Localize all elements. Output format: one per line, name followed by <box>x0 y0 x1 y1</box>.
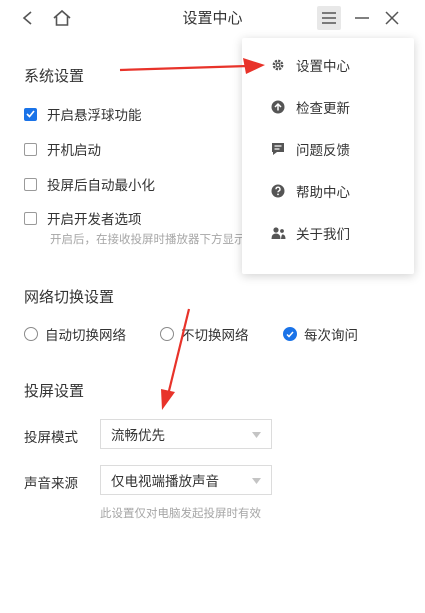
menu-item-check-update[interactable]: 检查更新 <box>242 89 414 125</box>
check-icon <box>286 331 294 338</box>
option-label: 投屏后自动最小化 <box>47 178 155 194</box>
checkbox[interactable] <box>24 177 37 191</box>
upload-icon <box>270 99 286 115</box>
checkbox[interactable] <box>24 211 37 225</box>
radio-ask-every-time[interactable]: 每次询问 <box>283 324 358 344</box>
close-icon <box>385 11 399 25</box>
radio-label: 不切换网络 <box>181 328 249 344</box>
radio-label: 自动切换网络 <box>45 328 126 344</box>
menu-item-label: 检查更新 <box>296 101 350 117</box>
menu-item-label: 问题反馈 <box>296 143 350 159</box>
select-value: 仅电视端播放声音 <box>111 474 219 490</box>
radio-label: 每次询问 <box>304 328 358 344</box>
developer-hint: 开启后，在接收投屏时播放器下方显示 <box>50 232 242 246</box>
radio-button-selected[interactable] <box>283 327 297 341</box>
cast-mode-label: 投屏模式 <box>24 430 78 446</box>
menu-item-feedback[interactable]: 问题反馈 <box>242 131 414 167</box>
radio-no-switch[interactable]: 不切换网络 <box>160 324 249 344</box>
radio-auto-switch[interactable]: 自动切换网络 <box>24 324 126 344</box>
menu-item-help[interactable]: 帮助中心 <box>242 173 414 209</box>
cast-mode-select[interactable]: 流畅优先 <box>100 419 272 449</box>
help-icon <box>270 183 286 199</box>
option-developer[interactable]: 开启开发者选项 <box>24 208 142 228</box>
checkbox[interactable] <box>24 142 37 156</box>
option-auto-start[interactable]: 开机启动 <box>24 139 101 159</box>
minimize-icon <box>355 17 369 19</box>
feedback-icon <box>270 141 286 157</box>
minimize-button[interactable] <box>350 6 374 30</box>
check-icon <box>26 110 35 118</box>
option-float-ball[interactable]: 开启悬浮球功能 <box>24 104 142 124</box>
hamburger-icon <box>322 12 336 24</box>
caret-down-icon <box>252 432 261 438</box>
radio-button[interactable] <box>160 327 174 341</box>
audio-source-select[interactable]: 仅电视端播放声音 <box>100 465 272 495</box>
audio-source-hint: 此设置仅对电脑发起投屏时有效 <box>100 506 261 520</box>
gear-icon <box>270 57 286 73</box>
option-auto-minimize[interactable]: 投屏后自动最小化 <box>24 174 155 194</box>
caret-down-icon <box>252 478 261 484</box>
close-button[interactable] <box>380 6 404 30</box>
menu-button[interactable] <box>317 6 341 30</box>
option-label: 开启开发者选项 <box>47 212 142 228</box>
select-value: 流畅优先 <box>111 428 165 444</box>
menu-item-about[interactable]: 关于我们 <box>242 215 414 251</box>
radio-button[interactable] <box>24 327 38 341</box>
checkbox-checked[interactable] <box>24 107 37 121</box>
menu-item-label: 设置中心 <box>296 59 350 75</box>
network-settings-title: 网络切换设置 <box>24 288 115 306</box>
system-settings-title: 系统设置 <box>24 67 85 85</box>
option-label: 开启悬浮球功能 <box>47 108 142 124</box>
title-bar: 设置中心 <box>0 0 425 36</box>
menu-item-settings[interactable]: 设置中心 <box>242 47 414 83</box>
dropdown-menu: 设置中心 检查更新 问题反馈 帮助中心 关于我们 <box>242 38 414 274</box>
menu-item-label: 关于我们 <box>296 227 350 243</box>
menu-item-label: 帮助中心 <box>296 185 350 201</box>
audio-source-label: 声音来源 <box>24 476 78 492</box>
cast-settings-title: 投屏设置 <box>24 382 85 400</box>
users-icon <box>270 225 286 241</box>
option-label: 开机启动 <box>47 143 101 159</box>
